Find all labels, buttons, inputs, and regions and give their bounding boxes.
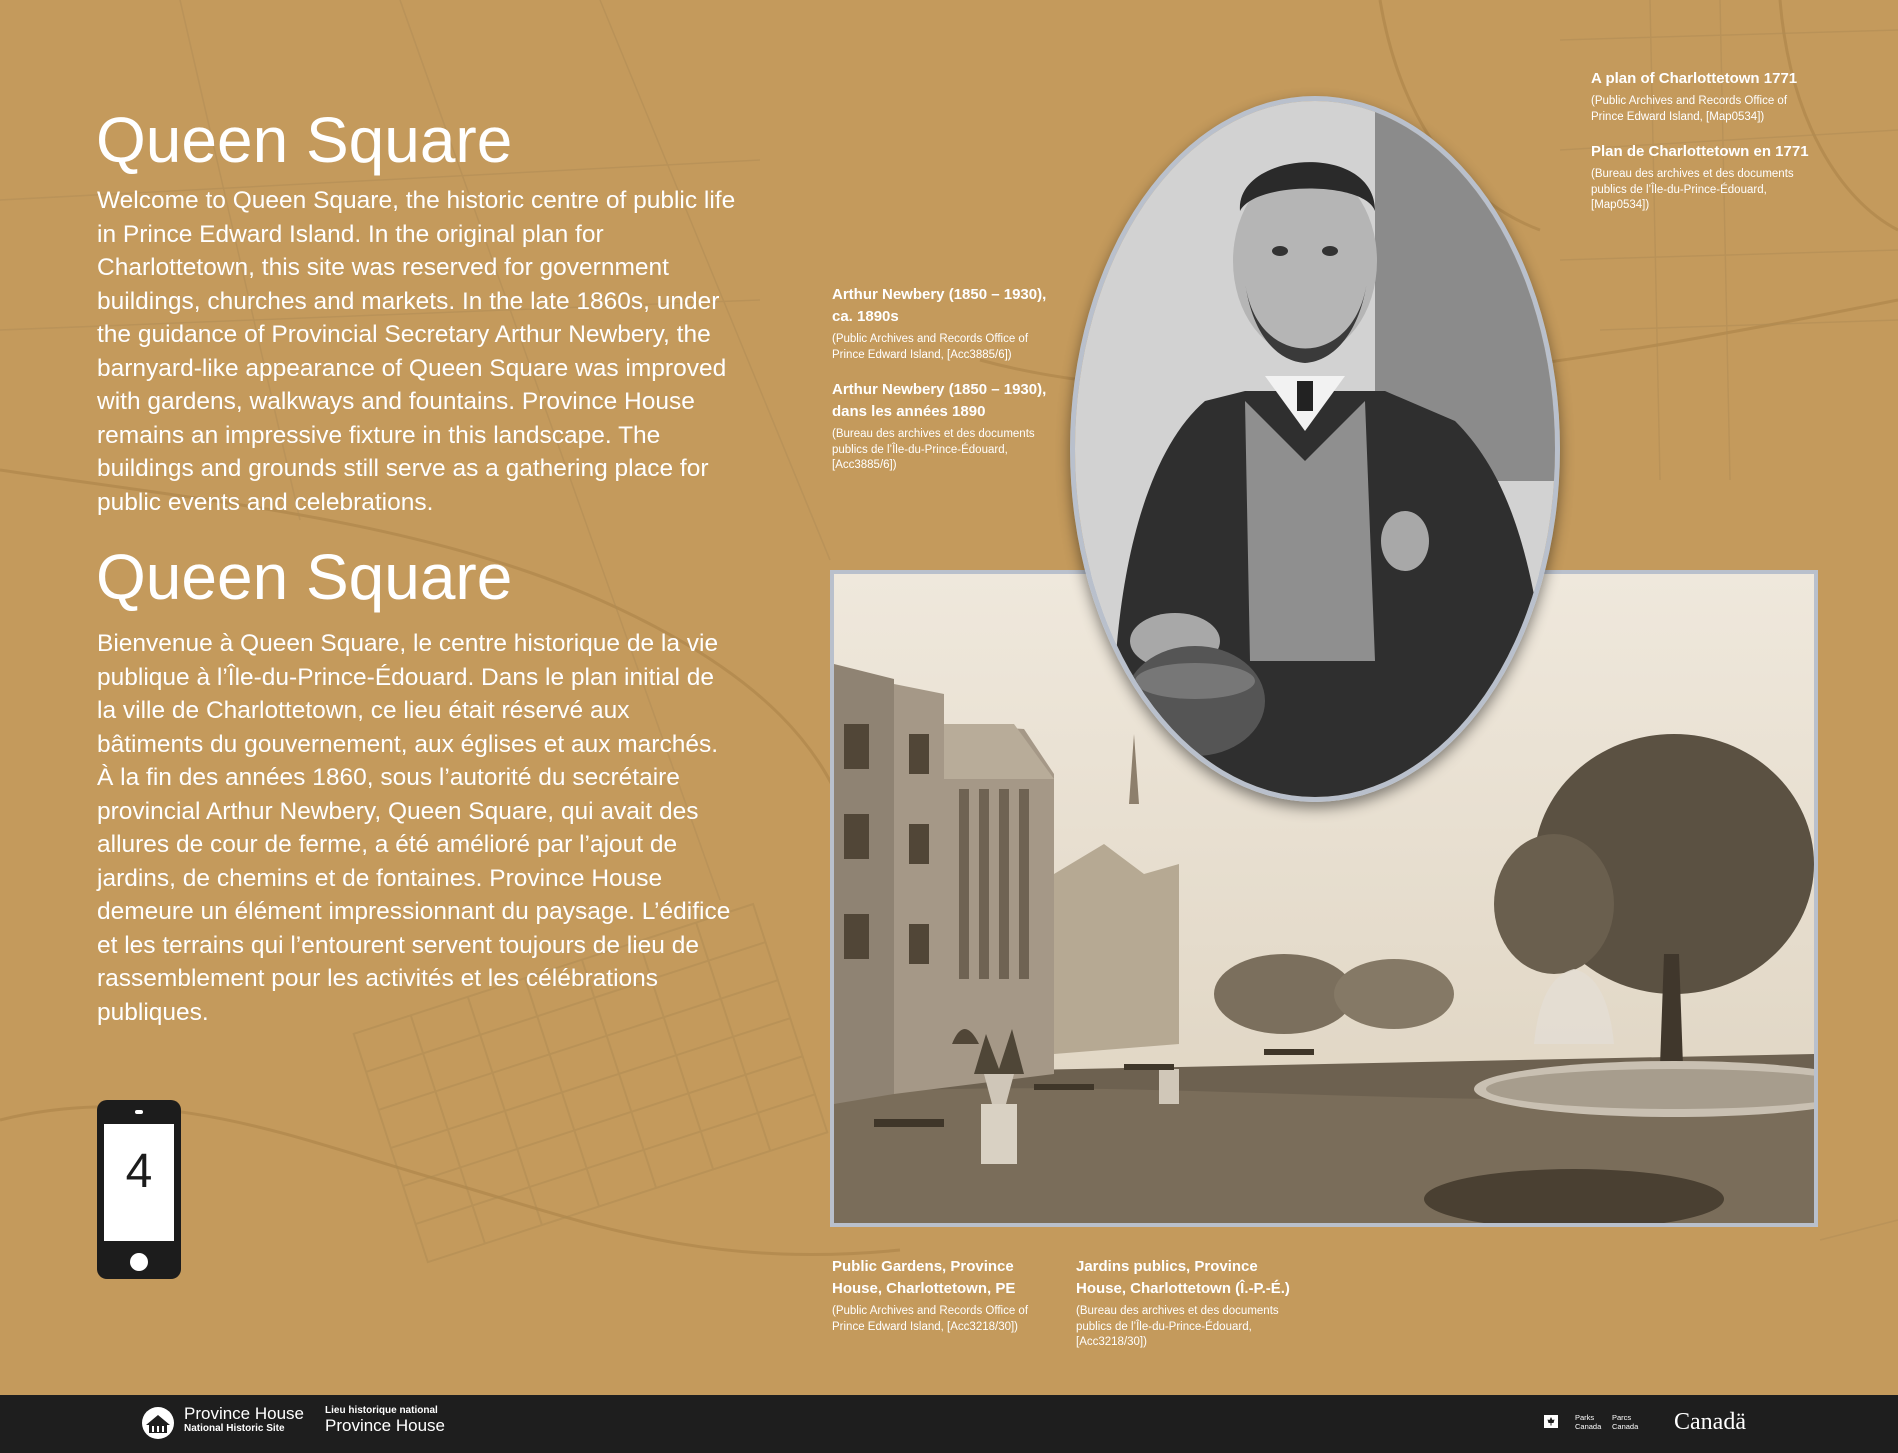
map-caption-source-fr: (Bureau des archives et des documents pu… <box>1591 168 1794 211</box>
gardens-caption-english: Public Gardens, Province House, Charlott… <box>832 1256 1042 1335</box>
site-name-fr: Province House <box>325 1416 446 1435</box>
arthur-newbery-portrait <box>1070 96 1560 802</box>
smartphone-icon: 4 <box>97 1100 181 1279</box>
canada-wordmark: Canadä <box>1674 1409 1746 1435</box>
canada-flag-icon <box>1538 1415 1564 1428</box>
stop-number: 4 <box>125 1145 153 1198</box>
site-name-french: Lieu historique national Province House <box>325 1405 445 1435</box>
title-english: Queen Square <box>96 104 513 176</box>
map-caption-title-fr: Plan de Charlottetown en 1771 <box>1591 143 1809 160</box>
gardens-caption-source-fr: (Bureau des archives et des documents pu… <box>1076 1305 1279 1348</box>
body-text-english: Welcome to Queen Square, the historic ce… <box>97 187 736 516</box>
phone-screen: 4 <box>104 1124 174 1241</box>
site-name-english: Province House National Historic Site <box>184 1405 304 1435</box>
site-name-en: Province House <box>184 1404 305 1423</box>
map-caption-source-en: (Public Archives and Records Office of P… <box>1591 95 1788 123</box>
portrait-caption-source-fr: (Bureau des archives et des documents pu… <box>832 428 1035 471</box>
body-text-french: Bienvenue à Queen Square, le centre hist… <box>97 630 731 1026</box>
parcs-canada-fr: Parcs Canada <box>1612 1413 1639 1431</box>
gardens-caption-french: Jardins publics, Province House, Charlot… <box>1076 1256 1292 1351</box>
portrait-caption-source-en: (Public Archives and Records Office of P… <box>832 333 1029 361</box>
footer-bar: Province House National Historic Site Li… <box>0 1395 1898 1453</box>
phone-speaker <box>135 1110 143 1114</box>
gardens-caption-title-en: Public Gardens, Province House, Charlott… <box>832 1258 1016 1297</box>
map-caption: A plan of Charlottetown 1771 (Public Arc… <box>1591 68 1821 214</box>
province-house-logo-icon <box>142 1407 174 1439</box>
phone-home-button <box>130 1253 148 1271</box>
gardens-caption-source-en: (Public Archives and Records Office of P… <box>832 1305 1029 1333</box>
map-caption-title-en: A plan of Charlottetown 1771 <box>1591 70 1798 87</box>
portrait-caption: Arthur Newbery (1850 – 1930), ca. 1890s … <box>832 284 1058 474</box>
site-type-en: National Historic Site <box>184 1423 285 1434</box>
gardens-caption-title-fr: Jardins publics, Province House, Charlot… <box>1076 1258 1290 1297</box>
portrait-caption-title-fr: Arthur Newbery (1850 – 1930), dans les a… <box>832 381 1047 420</box>
title-french: Queen Square <box>96 541 513 613</box>
portrait-caption-title-en: Arthur Newbery (1850 – 1930), ca. 1890s <box>832 286 1047 325</box>
parks-canada-en: Parks Canada <box>1575 1413 1602 1431</box>
